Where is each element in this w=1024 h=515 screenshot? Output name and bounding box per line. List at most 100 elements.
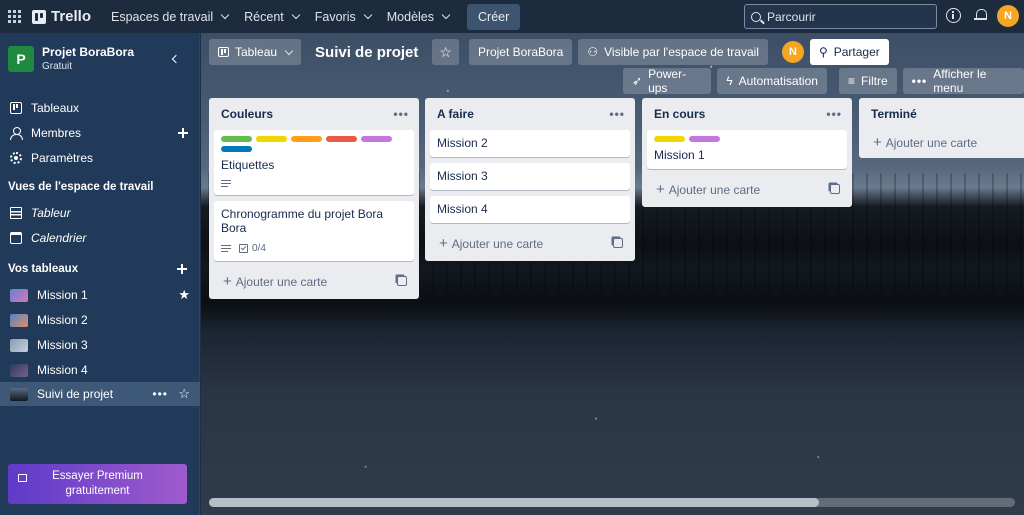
lightning-icon: ϟ bbox=[726, 74, 733, 88]
collapse-sidebar-icon[interactable] bbox=[171, 54, 181, 64]
workspace-name: Projet BoraBora bbox=[42, 45, 135, 59]
app-switcher-icon[interactable] bbox=[8, 9, 22, 24]
sidebar-item-label: Tableaux bbox=[31, 101, 80, 115]
sidebar-board-mission-3[interactable]: Mission 3 bbox=[0, 333, 200, 357]
chevron-down-icon bbox=[441, 10, 451, 20]
share-button[interactable]: ⚲ Partager bbox=[809, 39, 889, 65]
board-title[interactable]: Suivi de projet bbox=[307, 44, 426, 61]
rocket-icon: ➶ bbox=[632, 74, 643, 88]
plus-icon: + bbox=[656, 180, 665, 198]
card-title: Mission 4 bbox=[437, 202, 488, 216]
boards-section-title: Vos tableaux bbox=[8, 263, 79, 275]
sidebar-board-mission-4[interactable]: Mission 4 bbox=[0, 358, 200, 382]
horizontal-scrollbar[interactable] bbox=[209, 498, 1015, 507]
board-thumbnail bbox=[10, 387, 28, 401]
sidebar-item-members[interactable]: Membres bbox=[0, 121, 200, 145]
list-menu-icon[interactable]: ••• bbox=[393, 107, 409, 121]
add-card-button[interactable]: + Ajouter une carte bbox=[209, 267, 419, 295]
try-premium-button[interactable]: Essayer Premium gratuitement bbox=[8, 464, 187, 504]
nav-starred-label: Favoris bbox=[314, 9, 356, 24]
more-options-icon[interactable]: ••• bbox=[152, 387, 168, 401]
card-title: Mission 3 bbox=[437, 169, 488, 183]
board-member-avatar[interactable]: N bbox=[781, 41, 804, 63]
star-board-button[interactable]: ☆ bbox=[432, 39, 459, 65]
card-title: Etiquettes bbox=[221, 158, 275, 172]
board-thumbnail bbox=[10, 363, 28, 377]
card-template-icon[interactable] bbox=[613, 238, 623, 248]
list-menu-icon[interactable]: ••• bbox=[826, 107, 842, 121]
list-termine: Terminé + Ajouter une carte bbox=[859, 98, 1024, 158]
plus-icon: + bbox=[873, 133, 882, 151]
sidebar-board-suivi-de-projet[interactable]: Suivi de projet ••• ☆ bbox=[0, 382, 200, 406]
list-en-cours: En cours ••• Mission 1 + Ajouter une cart… bbox=[642, 98, 852, 207]
card-mission-1[interactable]: Mission 1 bbox=[647, 130, 847, 169]
card-template-icon[interactable] bbox=[397, 276, 407, 286]
scrollbar-thumb[interactable] bbox=[209, 498, 819, 507]
chevron-down-icon bbox=[284, 46, 294, 55]
nav-workspaces[interactable]: Espaces de travail bbox=[103, 3, 236, 31]
trello-logo[interactable]: Trello bbox=[32, 8, 91, 25]
people-icon: ⚇ bbox=[587, 45, 599, 59]
label-red bbox=[326, 136, 357, 142]
workspace-header: P Projet BoraBora Gratuit bbox=[8, 45, 134, 72]
trello-logo-icon bbox=[32, 9, 46, 24]
card-mission-3[interactable]: Mission 3 bbox=[430, 163, 630, 190]
sidebar-item-settings[interactable]: Paramètres bbox=[0, 146, 200, 170]
list-header[interactable]: Terminé bbox=[859, 98, 1024, 130]
add-board-icon[interactable] bbox=[177, 264, 187, 274]
filter-label: Filtre bbox=[860, 74, 888, 88]
board-actions: ➶ Power-ups ϟ Automatisation ≡ Filtre ••… bbox=[623, 67, 1024, 95]
list-menu-icon[interactable]: ••• bbox=[609, 107, 625, 121]
card-template-icon[interactable] bbox=[830, 184, 840, 194]
star-outline-icon[interactable]: ☆ bbox=[178, 386, 190, 402]
visibility-button[interactable]: ⚇ Visible par l'espace de travail bbox=[578, 39, 768, 65]
create-button[interactable]: Créer bbox=[467, 3, 521, 30]
card-labels bbox=[654, 136, 840, 142]
nav-templates[interactable]: Modèles bbox=[379, 3, 457, 31]
sidebar-item-label: Calendrier bbox=[31, 231, 87, 245]
card-mission-4[interactable]: Mission 4 bbox=[430, 196, 630, 223]
plus-icon: + bbox=[439, 234, 448, 252]
label-purple bbox=[361, 136, 392, 142]
sidebar-board-mission-1[interactable]: Mission 1 ★ bbox=[0, 283, 200, 307]
add-card-label: Ajouter une carte bbox=[451, 236, 544, 251]
card-mission-2[interactable]: Mission 2 bbox=[430, 130, 630, 157]
chevron-down-icon bbox=[220, 10, 230, 20]
list-header[interactable]: En cours ••• bbox=[642, 98, 852, 130]
card-chronogramme[interactable]: Chronogramme du projet Bora Bora 0/4 bbox=[214, 201, 414, 261]
automation-button[interactable]: ϟ Automatisation bbox=[717, 68, 827, 94]
search-input[interactable]: Parcourir bbox=[744, 4, 937, 29]
notification-bell-icon[interactable] bbox=[974, 8, 989, 23]
nav-starred[interactable]: Favoris bbox=[307, 3, 379, 31]
workspace-button[interactable]: Projet BoraBora bbox=[468, 39, 573, 65]
add-member-icon[interactable] bbox=[178, 128, 188, 138]
description-icon bbox=[221, 244, 231, 253]
add-card-label: Ajouter une carte bbox=[668, 182, 761, 197]
sidebar: P Projet BoraBora Gratuit Tableaux Membr… bbox=[0, 33, 200, 515]
views-section-title: Vues de l'espace de travail bbox=[8, 181, 154, 193]
automation-label: Automatisation bbox=[738, 74, 818, 88]
nav-workspaces-label: Espaces de travail bbox=[111, 9, 214, 24]
nav-recent[interactable]: Récent bbox=[236, 3, 307, 31]
board-view-switcher[interactable]: Tableau bbox=[209, 39, 302, 65]
sidebar-item-calendar-view[interactable]: Calendrier bbox=[0, 226, 200, 250]
list-header[interactable]: Couleurs ••• bbox=[209, 98, 419, 130]
chevron-down-icon bbox=[363, 10, 372, 20]
sidebar-item-boards[interactable]: Tableaux bbox=[0, 96, 200, 120]
card-etiquettes[interactable]: Etiquettes bbox=[214, 130, 414, 195]
add-card-button[interactable]: + Ajouter une carte bbox=[425, 229, 635, 257]
sidebar-item-label: Mission 1 bbox=[37, 288, 88, 302]
sidebar-item-table-view[interactable]: Tableur bbox=[0, 201, 200, 225]
power-ups-button[interactable]: ➶ Power-ups bbox=[623, 67, 712, 95]
filter-icon: ≡ bbox=[847, 74, 855, 88]
star-filled-icon[interactable]: ★ bbox=[178, 287, 190, 303]
list-header[interactable]: A faire ••• bbox=[425, 98, 635, 130]
sidebar-board-mission-2[interactable]: Mission 2 bbox=[0, 308, 200, 332]
add-card-button[interactable]: + Ajouter une carte bbox=[642, 175, 852, 203]
show-menu-button[interactable]: ••• Afficher le menu bbox=[902, 67, 1024, 95]
add-card-button[interactable]: + Ajouter une carte bbox=[859, 130, 1024, 154]
filter-button[interactable]: ≡ Filtre bbox=[838, 68, 897, 94]
account-avatar[interactable]: N bbox=[997, 5, 1019, 27]
calendar-icon bbox=[10, 232, 22, 244]
info-icon[interactable] bbox=[946, 8, 961, 23]
